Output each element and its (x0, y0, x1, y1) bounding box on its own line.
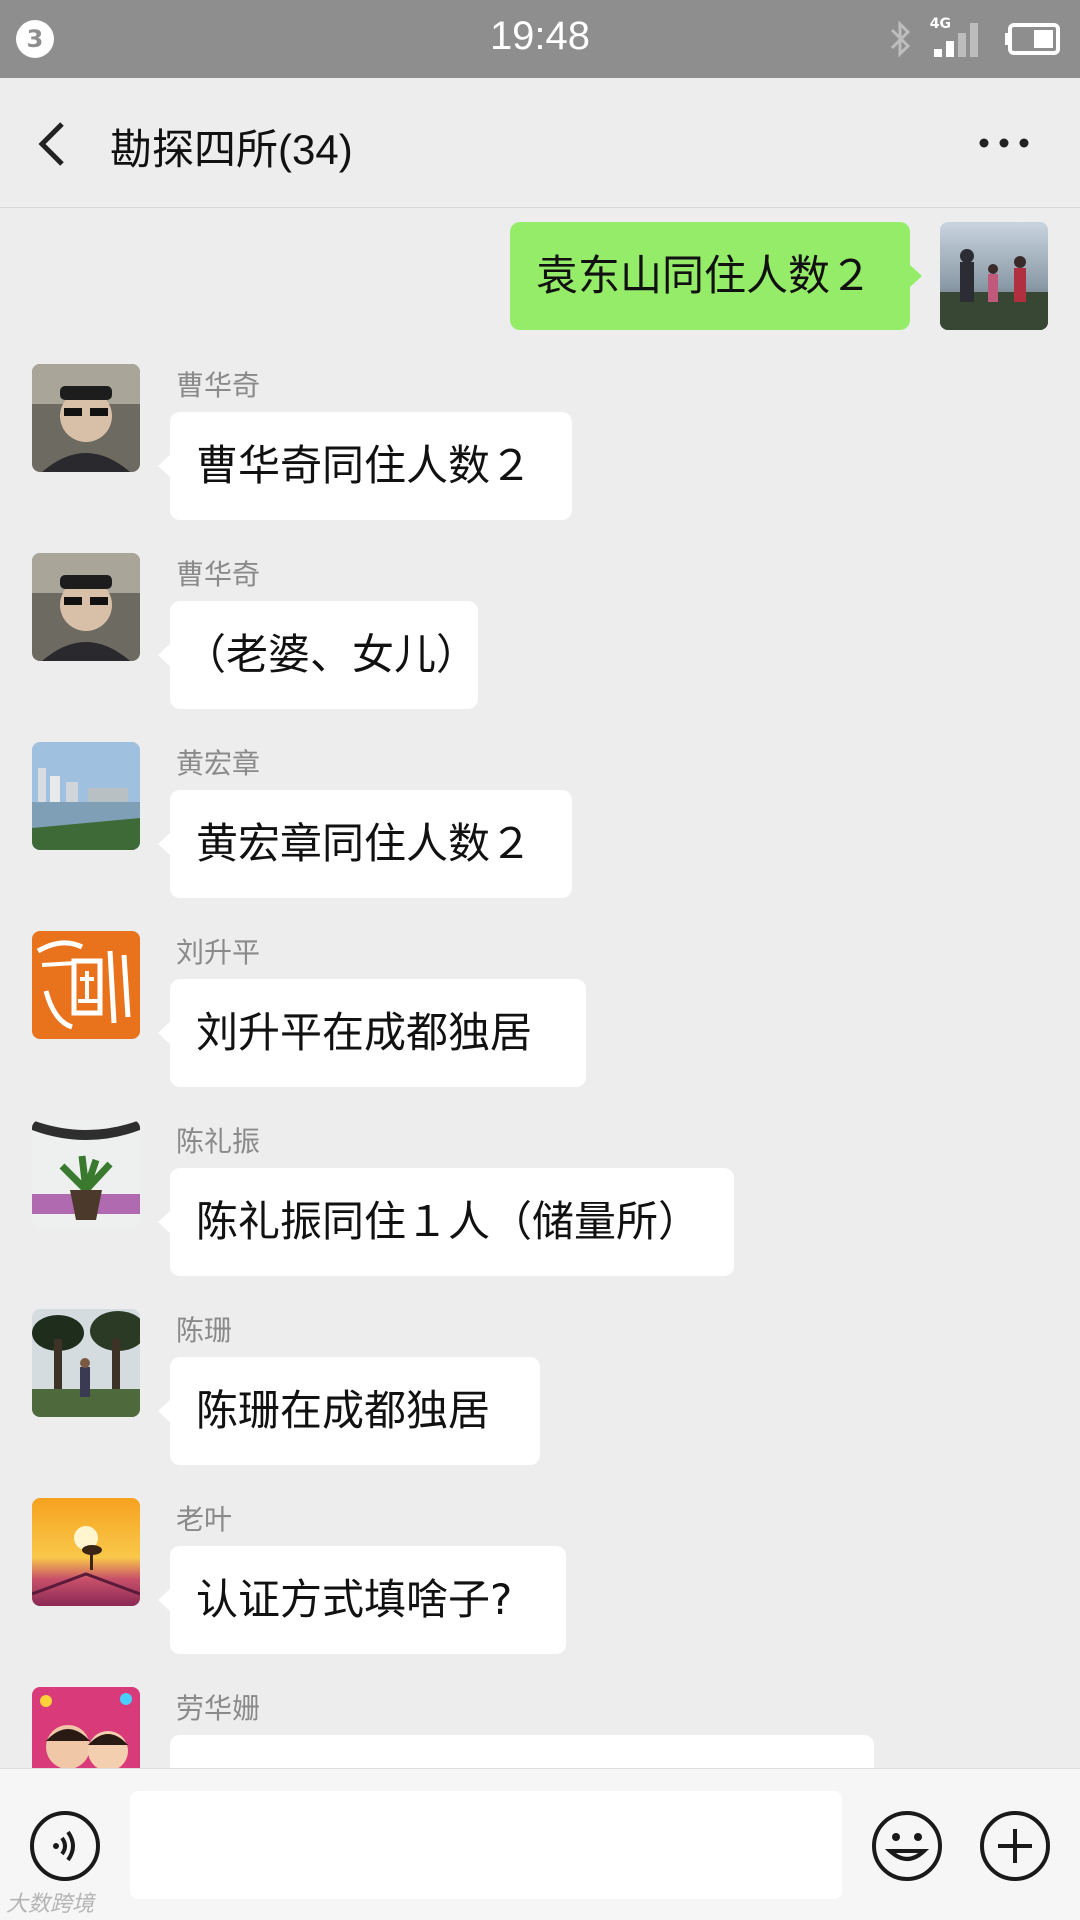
sender-avatar[interactable] (32, 1687, 140, 1768)
back-button[interactable] (30, 114, 80, 174)
plus-icon (980, 1811, 1050, 1881)
message-bubble[interactable]: 黄宏章同住人数２ (158, 790, 572, 898)
chat-header: 勘探四所(34) (0, 78, 1080, 208)
message-bubble[interactable]: 袁东山同住人数２ (510, 222, 922, 330)
message-row-incoming: 陈珊 陈珊在成都独居 (0, 1309, 1080, 1469)
seal-logo-avatar-icon (32, 931, 140, 1039)
smiley-icon (872, 1811, 942, 1881)
sender-avatar[interactable] (32, 742, 140, 850)
sender-avatar[interactable] (32, 1120, 140, 1228)
children-photo-avatar-icon (32, 1687, 140, 1768)
message-row-outgoing: 袁东山同住人数２ (0, 222, 1080, 334)
message-bubble[interactable]: 曹华奇同住人数２ (158, 412, 572, 520)
message-bubble[interactable] (170, 1735, 874, 1768)
sunset-field-avatar-icon (32, 1498, 140, 1606)
message-row-incoming: 黄宏章 黄宏章同住人数２ (0, 742, 1080, 902)
input-bar (0, 1768, 1080, 1920)
sender-avatar[interactable] (32, 1498, 140, 1606)
sender-avatar[interactable] (32, 931, 140, 1039)
sender-avatar[interactable] (32, 1309, 140, 1417)
message-bubble[interactable]: 认证方式填啥子? (158, 1546, 566, 1654)
message-bubble[interactable]: 刘升平在成都独居 (158, 979, 586, 1087)
sender-name: 曹华奇 (176, 369, 261, 402)
voice-icon (30, 1811, 100, 1881)
city-lake-avatar-icon (32, 742, 140, 850)
plant-avatar-icon (32, 1120, 140, 1228)
message-bubble[interactable]: 陈珊在成都独居 (158, 1357, 540, 1465)
sender-name: 陈珊 (176, 1314, 233, 1347)
more-button[interactable] (974, 128, 1034, 158)
chat-title: 勘探四所(34) (110, 126, 353, 173)
more-functions-button[interactable] (978, 1809, 1052, 1883)
message-bubble[interactable]: （老婆、女儿） (158, 601, 478, 709)
message-row-incoming: 老叶 认证方式填啥子? (0, 1498, 1080, 1658)
park-trees-avatar-icon (32, 1309, 140, 1417)
bluetooth-icon (888, 19, 914, 59)
sender-name: 黄宏章 (176, 747, 261, 780)
message-row-incoming: 刘升平 刘升平在成都独居 (0, 931, 1080, 1091)
message-row-incoming: 劳华姗 (0, 1687, 1080, 1768)
self-avatar[interactable] (940, 222, 1048, 330)
watermark: 大数跨境 (6, 1892, 95, 1917)
battery-icon (1004, 22, 1062, 56)
message-row-incoming: 曹华奇 曹华奇同住人数２ (0, 364, 1080, 524)
sender-avatar[interactable] (32, 364, 140, 472)
status-bar: 3 19:48 4G (0, 0, 1080, 78)
message-row-incoming: 曹华奇 （老婆、女儿） (0, 553, 1080, 713)
sender-name: 曹华奇 (176, 558, 261, 591)
man-in-car-avatar-icon (32, 553, 140, 661)
sender-name: 刘升平 (176, 936, 261, 969)
sender-avatar[interactable] (32, 553, 140, 661)
sender-name: 老叶 (176, 1503, 233, 1536)
message-list[interactable]: 袁东山同住人数２ 曹华奇 曹华奇同住人数２ 曹华奇 （老婆、女儿） 黄宏章 黄宏… (0, 208, 1080, 1768)
emoji-button[interactable] (870, 1809, 944, 1883)
message-row-incoming: 陈礼振 陈礼振同住１人（储量所） (0, 1120, 1080, 1280)
signal-icon (932, 19, 986, 59)
message-bubble[interactable]: 陈礼振同住１人（储量所） (158, 1168, 734, 1276)
more-dots-icon (979, 138, 1029, 148)
man-in-car-avatar-icon (32, 364, 140, 472)
message-input[interactable] (130, 1791, 842, 1899)
voice-button[interactable] (28, 1809, 102, 1883)
family-photo-avatar-icon (940, 222, 1048, 330)
sender-name: 陈礼振 (176, 1125, 261, 1158)
chevron-left-icon (38, 122, 64, 166)
sender-name: 劳华姗 (176, 1692, 261, 1725)
